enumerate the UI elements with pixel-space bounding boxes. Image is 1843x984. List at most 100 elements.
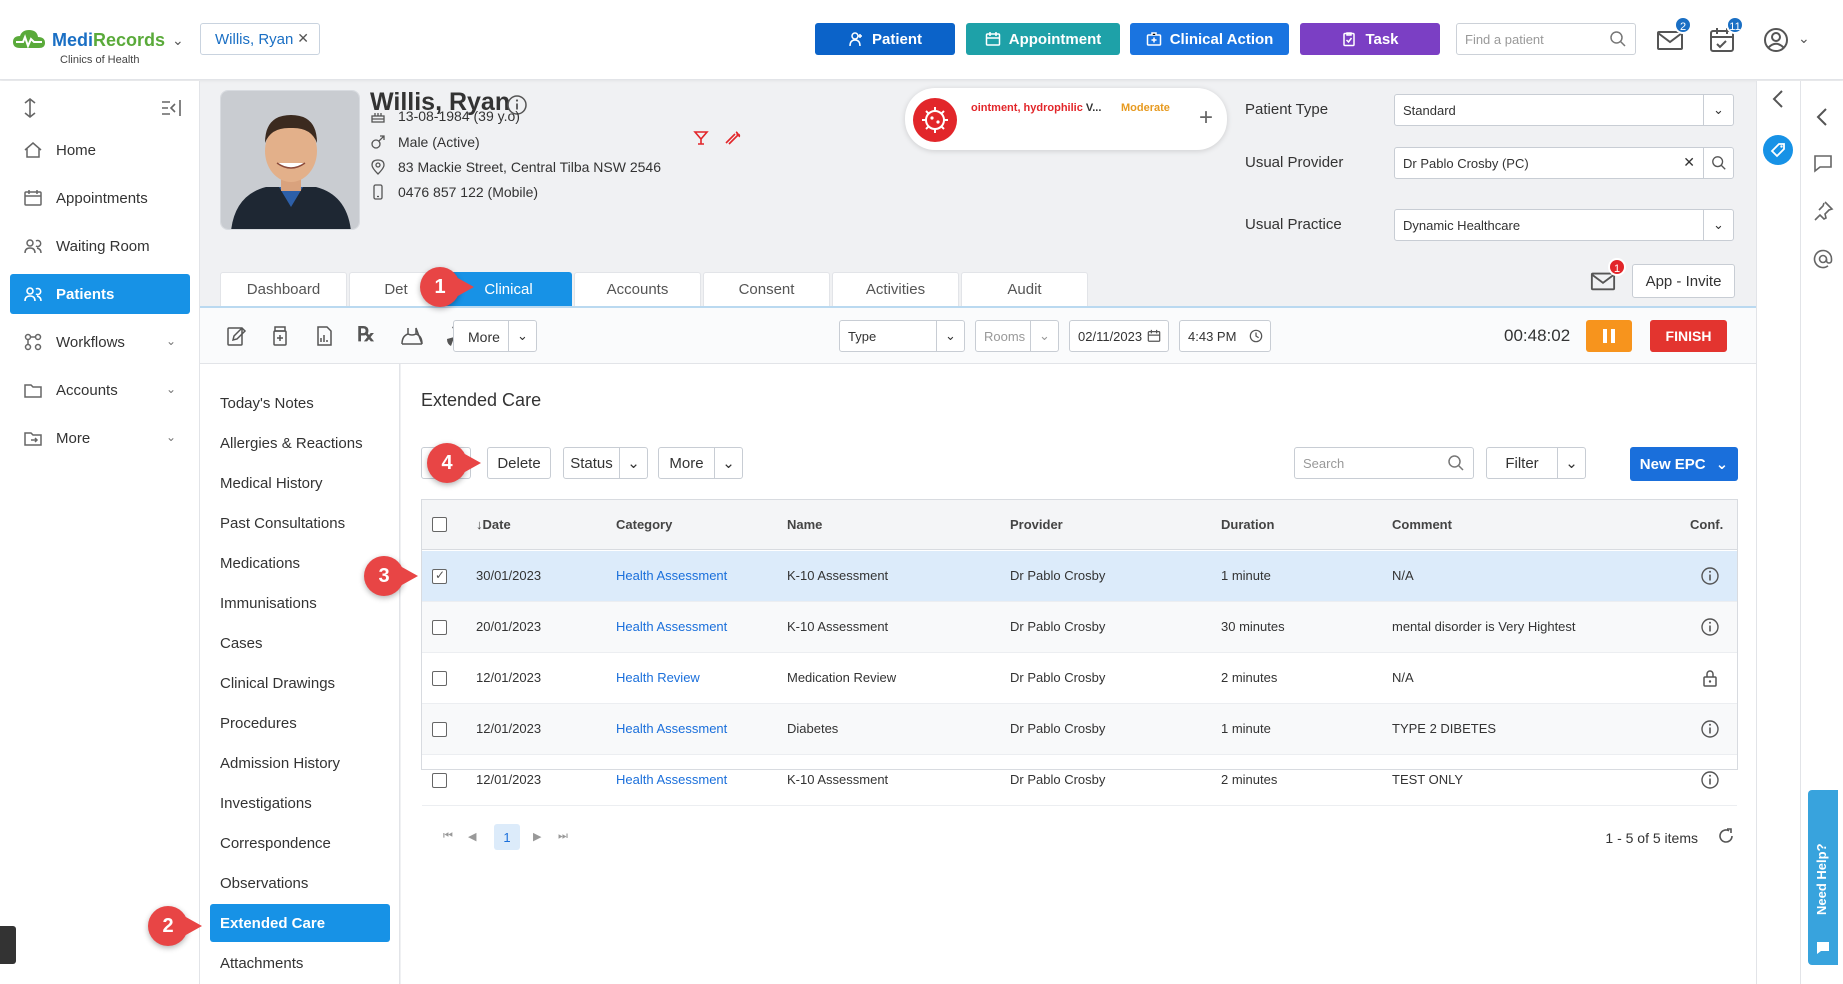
subnav-item-clinical-drawings[interactable]: Clinical Drawings	[210, 664, 390, 702]
lab-flask-icon[interactable]	[399, 325, 425, 347]
info-icon[interactable]	[1700, 566, 1720, 586]
calendar-icon[interactable]	[1140, 321, 1168, 351]
search-icon[interactable]	[1447, 454, 1465, 472]
info-icon[interactable]	[1700, 770, 1720, 790]
subnav-item-admission-history[interactable]: Admission History	[210, 744, 390, 782]
user-menu-button[interactable]: ⌄	[1762, 26, 1812, 56]
search-input[interactable]: Search	[1294, 447, 1474, 479]
patient-messages-button[interactable]: 1	[1590, 258, 1626, 298]
allergy-pill[interactable]: ointment, hydrophilic V... Moderate +	[905, 88, 1227, 150]
find-patient-input[interactable]: Find a patient	[1456, 23, 1636, 55]
subnav-item-immunisations[interactable]: Immunisations	[210, 584, 390, 622]
subnav-item-today-s-notes[interactable]: Today's Notes	[210, 384, 390, 422]
cell-category[interactable]: Health Review	[616, 670, 700, 685]
clinical-action-button[interactable]: Clinical Action	[1130, 23, 1289, 55]
select-all-checkbox[interactable]	[432, 517, 447, 532]
subnav-item-observations[interactable]: Observations	[210, 864, 390, 902]
sidebar-item-home[interactable]: Home	[10, 130, 190, 170]
clock-icon[interactable]	[1242, 321, 1270, 351]
row-checkbox[interactable]	[432, 722, 447, 737]
close-icon[interactable]: ✕	[297, 30, 309, 47]
chevron-down-icon[interactable]: ⌄	[1030, 321, 1058, 351]
time-picker[interactable]: 4:43 PM	[1179, 320, 1271, 352]
info-icon[interactable]	[1700, 719, 1720, 739]
table-row[interactable]: 12/01/2023 Health Assessment K-10 Assessme…	[422, 755, 1737, 806]
sidebar-item-appointments[interactable]: Appointments	[10, 178, 190, 218]
search-icon[interactable]	[1609, 30, 1627, 48]
app-logo[interactable]: MediRecords Clinics of Health ⌄	[12, 22, 192, 72]
tag-icon[interactable]	[1763, 135, 1793, 165]
new-patient-button[interactable]: Patient	[815, 23, 955, 55]
delete-button[interactable]: Delete	[487, 447, 551, 479]
chevron-down-icon[interactable]: ⌄	[936, 321, 964, 351]
search-icon[interactable]	[1703, 148, 1733, 178]
chevron-down-icon[interactable]: ⌄	[1703, 210, 1733, 240]
next-page-icon[interactable]: ▶	[533, 830, 541, 843]
subnav-item-procedures[interactable]: Procedures	[210, 704, 390, 742]
chevron-down-icon[interactable]: ⌄	[1703, 95, 1733, 125]
cell-category[interactable]: Health Assessment	[616, 619, 727, 634]
add-allergy-icon[interactable]: +	[1199, 104, 1213, 132]
cell-category[interactable]: Health Assessment	[616, 568, 727, 583]
prescription-icon[interactable]: ℞	[357, 322, 379, 346]
subnav-item-extended-care[interactable]: Extended Care	[210, 904, 390, 942]
finish-button[interactable]: FINISH	[1650, 320, 1727, 352]
column-header-comment[interactable]: Comment	[1392, 517, 1452, 532]
cell-category[interactable]: Health Assessment	[616, 721, 727, 736]
page-number[interactable]: 1	[494, 824, 520, 850]
subnav-item-allergies-and-reactions[interactable]: Allergies & Reactions	[210, 424, 390, 462]
column-header-name[interactable]: Name	[787, 517, 822, 532]
subnav-item-cases[interactable]: Cases	[210, 624, 390, 662]
pin-icon[interactable]	[1811, 199, 1835, 223]
tab-accounts[interactable]: Accounts	[574, 272, 701, 306]
filter-dropdown[interactable]: Filter ⌄	[1486, 447, 1586, 479]
tasks-button[interactable]: 11	[1708, 16, 1744, 56]
clear-icon[interactable]: ✕	[1683, 154, 1695, 171]
subnav-item-medical-history[interactable]: Medical History	[210, 464, 390, 502]
sidebar-item-more[interactable]: More ⌄	[10, 418, 190, 458]
info-icon[interactable]	[1700, 617, 1720, 637]
chat-icon[interactable]	[1811, 151, 1835, 175]
column-header-date[interactable]: ↓Date	[476, 517, 511, 532]
app-invite-button[interactable]: App - Invite	[1632, 264, 1735, 298]
table-row[interactable]: 20/01/2023 Health Assessment K-10 Assessme…	[422, 602, 1737, 653]
cell-category[interactable]: Health Assessment	[616, 772, 727, 787]
chevron-left-icon[interactable]	[1811, 105, 1835, 129]
tab-audit[interactable]: Audit	[961, 272, 1088, 306]
table-row[interactable]: 12/01/2023 Health Review Medication Review…	[422, 653, 1737, 704]
messages-button[interactable]: 2	[1656, 16, 1692, 56]
new-appointment-button[interactable]: Appointment	[966, 23, 1120, 55]
new-epc-button[interactable]: New EPC ⌄	[1630, 447, 1738, 481]
last-page-icon[interactable]: ⏭	[558, 830, 568, 843]
sidebar-item-workflows[interactable]: Workflows ⌄	[10, 322, 190, 362]
chevron-down-icon[interactable]: ⌄	[1557, 448, 1585, 478]
refresh-icon[interactable]	[1716, 826, 1736, 846]
tab-consent[interactable]: Consent	[703, 272, 830, 306]
need-help-tab[interactable]: Need Help?	[1808, 790, 1838, 965]
subnav-item-past-consultations[interactable]: Past Consultations	[210, 504, 390, 542]
first-page-icon[interactable]: ⏮	[443, 830, 453, 843]
patient-type-select[interactable]: Standard ⌄	[1394, 94, 1734, 126]
usual-practice-select[interactable]: Dynamic Healthcare ⌄	[1394, 209, 1734, 241]
row-checkbox[interactable]	[432, 671, 447, 686]
chevron-down-icon[interactable]: ⌄	[508, 321, 536, 351]
new-task-button[interactable]: Task	[1300, 23, 1440, 55]
open-patient-chip[interactable]: Willis, Ryan ✕	[200, 23, 320, 55]
row-checkbox[interactable]	[432, 620, 447, 635]
medicine-bottle-icon[interactable]	[269, 325, 291, 347]
document-chart-icon[interactable]	[313, 325, 335, 347]
lock-icon[interactable]	[1700, 668, 1720, 688]
subnav-item-investigations[interactable]: Investigations	[210, 784, 390, 822]
side-drawer-handle[interactable]	[0, 926, 16, 964]
date-picker[interactable]: 02/11/2023	[1069, 320, 1169, 352]
chevron-down-icon[interactable]: ⌄	[714, 448, 742, 478]
edit-note-icon[interactable]	[225, 325, 247, 347]
sidebar-item-waiting-room[interactable]: Waiting Room	[10, 226, 190, 266]
collapse-sidebar-icon[interactable]	[160, 97, 182, 119]
column-header-category[interactable]: Category	[616, 517, 672, 532]
sidebar-item-accounts[interactable]: Accounts ⌄	[10, 370, 190, 410]
prev-page-icon[interactable]: ◀	[468, 830, 476, 843]
row-checkbox[interactable]	[432, 773, 447, 788]
toolbar-more-dropdown[interactable]: More ⌄	[453, 320, 537, 352]
subnav-item-correspondence[interactable]: Correspondence	[210, 824, 390, 862]
